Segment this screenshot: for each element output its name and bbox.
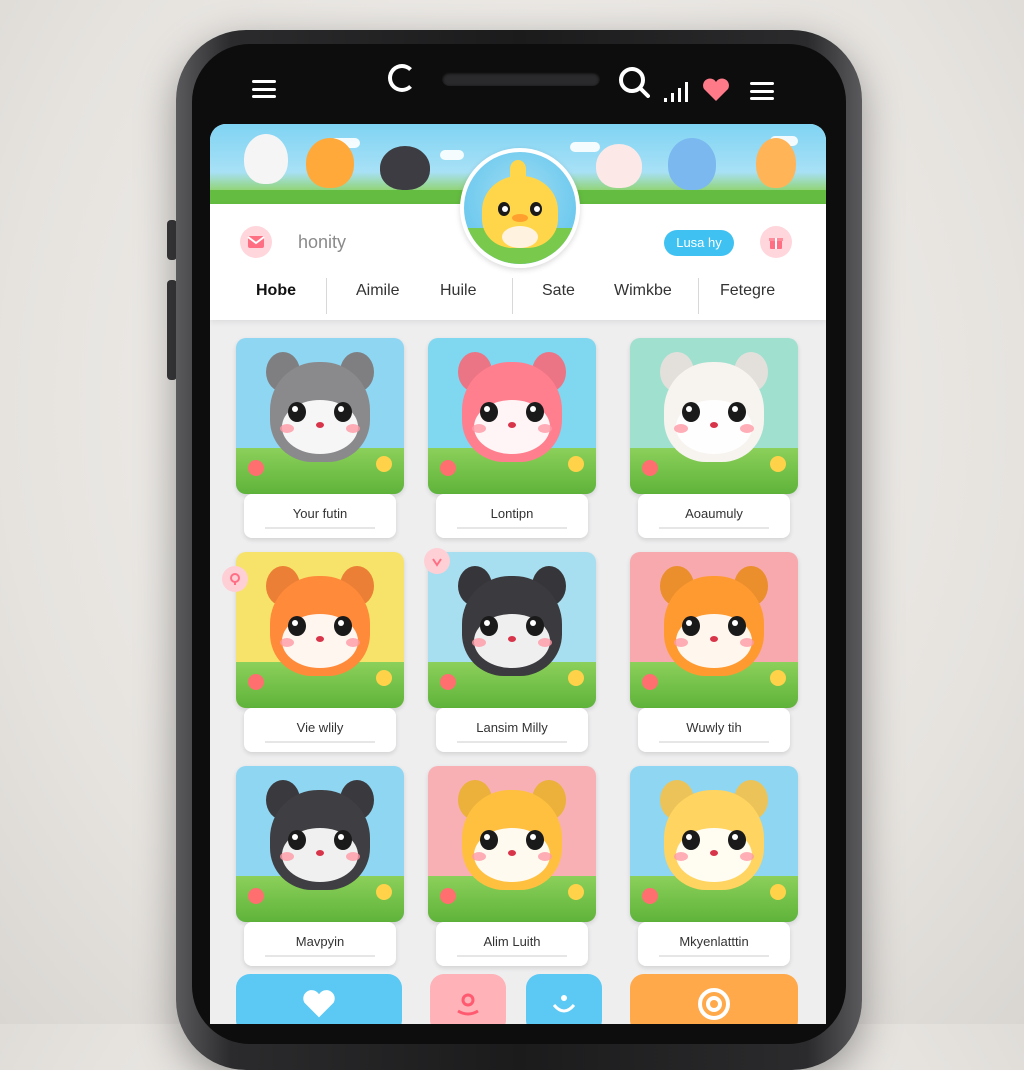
- card-title: Lontipn: [490, 506, 534, 521]
- category-tabs: Hobe Aimile Huile Sate Wimkbe Fetegre: [210, 274, 826, 314]
- animal-card[interactable]: Mavpyin: [236, 766, 404, 972]
- animal-picture: [236, 338, 404, 494]
- gift-button[interactable]: [430, 974, 506, 1024]
- camera-icon: [388, 64, 416, 92]
- menu-icon[interactable]: [252, 80, 276, 98]
- card-label[interactable]: Lontipn: [436, 494, 588, 538]
- animal-picture: [630, 766, 798, 922]
- card-subline: [659, 527, 769, 529]
- card-title: Mkyenlatttin: [679, 934, 749, 949]
- card-subline: [659, 955, 769, 957]
- card-subline: [265, 527, 375, 529]
- card-subline: [457, 955, 567, 957]
- tab-huile[interactable]: Huile: [440, 282, 476, 300]
- card-title: Lansim Milly: [476, 720, 548, 735]
- tab-aimile[interactable]: Aimile: [356, 282, 400, 300]
- card-label[interactable]: Mavpyin: [244, 922, 396, 966]
- animal-card[interactable]: Vie wlily: [236, 552, 404, 758]
- animal-card[interactable]: Aoaumuly: [630, 338, 798, 544]
- speaker-grill: [442, 72, 600, 86]
- card-subline: [265, 741, 375, 743]
- banner-mouse: [596, 144, 642, 188]
- card-label[interactable]: Mkyenlatttin: [638, 922, 790, 966]
- heart-status-icon: [702, 78, 730, 107]
- banner-cat: [380, 146, 430, 190]
- card-label[interactable]: Vie wlily: [244, 708, 396, 752]
- follow-pill[interactable]: Lusa hy: [664, 230, 734, 256]
- signal-icon: [664, 82, 690, 109]
- heart-icon: [303, 990, 335, 1018]
- like-button[interactable]: [236, 974, 402, 1024]
- animal-picture: [428, 766, 596, 922]
- options-icon[interactable]: [750, 82, 774, 100]
- target-button[interactable]: [630, 974, 798, 1024]
- animal-picture: [428, 338, 596, 494]
- animal-card[interactable]: Wuwly tih: [630, 552, 798, 758]
- card-title: Mavpyin: [295, 934, 345, 949]
- smile-button[interactable]: [526, 974, 602, 1024]
- animal-picture: [630, 338, 798, 494]
- favorite-icon[interactable]: [222, 566, 248, 592]
- card-label[interactable]: Alim Luith: [436, 922, 588, 966]
- tab-wimkbe[interactable]: Wimkbe: [614, 282, 672, 300]
- animal-card[interactable]: Mkyenlatttin: [630, 766, 798, 972]
- avatar[interactable]: [460, 148, 580, 268]
- animal-picture: [236, 766, 404, 922]
- animal-card[interactable]: Lontipn: [428, 338, 596, 544]
- animal-picture: [428, 552, 596, 708]
- card-subline: [265, 955, 375, 957]
- tab-sate[interactable]: Sate: [542, 282, 575, 300]
- banner-cow: [244, 134, 288, 184]
- banner-bird: [756, 138, 796, 188]
- card-subline: [457, 741, 567, 743]
- card-label[interactable]: Your futin: [244, 494, 396, 538]
- banner-duck: [306, 138, 354, 188]
- animal-card[interactable]: Alim Luith: [428, 766, 596, 972]
- card-label[interactable]: Aoaumuly: [638, 494, 790, 538]
- card-title: Vie wlily: [296, 720, 344, 735]
- card-title: Wuwly tih: [686, 720, 742, 735]
- animal-card[interactable]: Your futin: [236, 338, 404, 544]
- animal-picture: [236, 552, 404, 708]
- card-title: Alim Luith: [483, 934, 541, 949]
- card-title: Your futin: [292, 506, 348, 521]
- banner-fish: [668, 138, 716, 190]
- tab-hobe[interactable]: Hobe: [256, 282, 296, 300]
- animal-picture: [630, 552, 798, 708]
- card-label[interactable]: Wuwly tih: [638, 708, 790, 752]
- smile-icon: [552, 995, 576, 1013]
- animal-card[interactable]: Lansim Milly: [428, 552, 596, 758]
- card-label[interactable]: Lansim Milly: [436, 708, 588, 752]
- tab-fetegre[interactable]: Fetegre: [720, 282, 775, 300]
- gift-icon[interactable]: [760, 226, 792, 258]
- search-icon[interactable]: [618, 66, 650, 98]
- profile-name[interactable]: honity: [298, 232, 346, 253]
- gift-icon: [457, 993, 479, 1016]
- card-title: Aoaumuly: [685, 506, 743, 521]
- app-screen: honity Lusa hy Hobe Aimile Huile Sate Wi…: [210, 124, 826, 1024]
- favorite-icon[interactable]: [424, 548, 450, 574]
- target-icon: [698, 988, 730, 1020]
- mail-icon[interactable]: [240, 226, 272, 258]
- card-subline: [457, 527, 567, 529]
- card-subline: [659, 741, 769, 743]
